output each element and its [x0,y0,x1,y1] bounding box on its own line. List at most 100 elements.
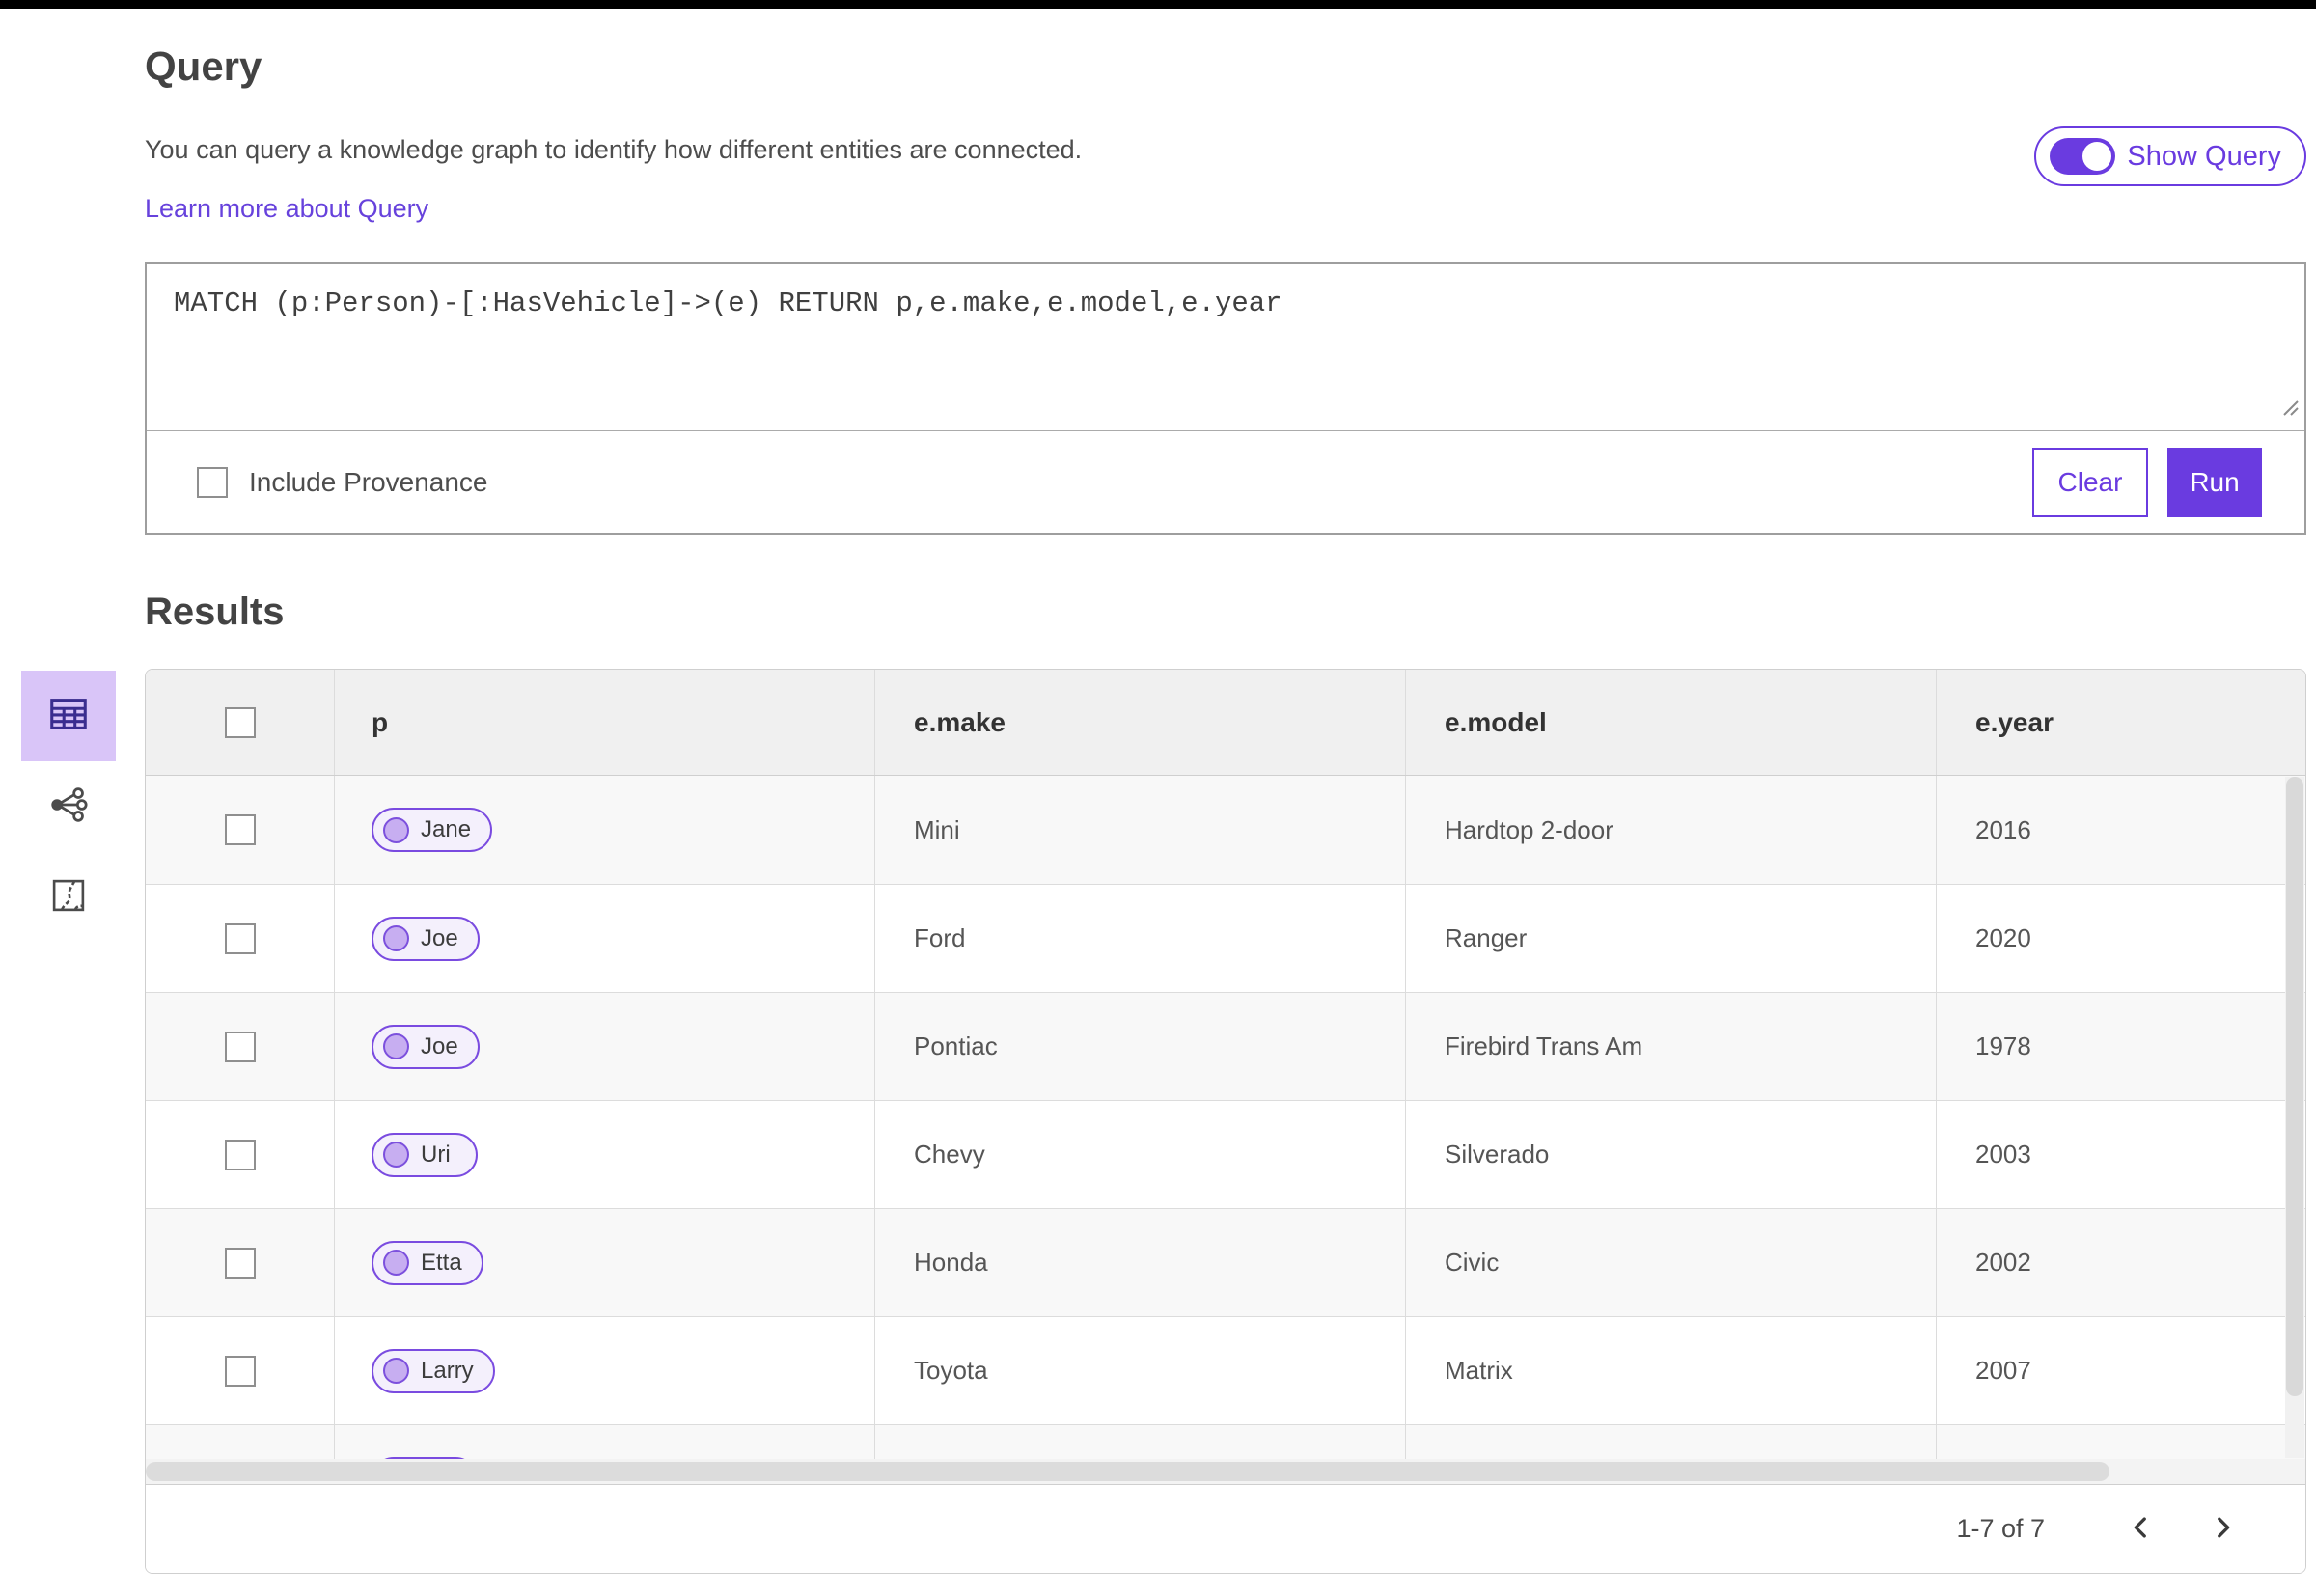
chevron-left-icon [2129,1515,2154,1543]
table-row: Joe Ford Ranger 2020 [146,884,2305,992]
results-section: p e.make e.model e.year Jane Mini Hardto… [21,669,2306,1574]
run-button[interactable]: Run [2167,447,2262,517]
make-value: Toyota [914,1356,988,1385]
year-value: 1978 [1975,1032,2031,1060]
header-cell-p[interactable]: p [334,670,874,775]
model-cell: Silverado [1405,1101,1936,1208]
query-panel-footer: Include Provenance Clear Run [147,430,2304,533]
include-provenance-checkbox[interactable] [197,466,228,498]
year-cell: 2007 [1936,1317,2305,1424]
person-node-icon [383,1142,409,1168]
person-chip[interactable]: Joe [372,1024,480,1069]
year-cell [1936,1425,2305,1459]
person-chip[interactable]: Etta [372,1240,483,1285]
make-cell: Honda [874,1209,1405,1316]
row-checkbox-cell [146,1101,334,1208]
row-checkbox-cell [146,885,334,992]
year-value: 2002 [1975,1248,2031,1277]
model-value: Ranger [1445,923,1528,952]
row-checkbox[interactable] [224,1355,256,1387]
query-page: Query You can query a knowledge graph to… [0,43,2316,1574]
row-checkbox[interactable] [224,1031,256,1062]
link-chart-view-button[interactable] [21,761,116,852]
include-provenance-label: Include Provenance [249,466,488,497]
clear-button[interactable]: Clear [2032,447,2148,517]
make-cell: Mini [874,776,1405,884]
table-row: Etta Honda Civic 2002 [146,1208,2305,1316]
header-row: You can query a knowledge graph to ident… [145,126,2306,186]
make-cell: Toyota [874,1317,1405,1424]
select-all-checkbox[interactable] [224,706,256,738]
table-row: Uri Chevy Silverado 2003 [146,1100,2305,1208]
model-value: Matrix [1445,1356,1513,1385]
model-cell: Civic [1405,1209,1936,1316]
person-name: Larry [421,1357,474,1384]
show-query-toggle[interactable]: Show Query [2034,126,2306,186]
query-input[interactable]: MATCH (p:Person)-[:HasVehicle]->(e) RETU… [147,264,2304,430]
person-cell: Uri [334,1101,874,1208]
map-view-button[interactable] [21,852,116,943]
person-cell: Joe [334,993,874,1100]
person-cell: Larry [334,1317,874,1424]
make-cell [874,1425,1405,1459]
person-node-icon [383,1250,409,1276]
row-checkbox[interactable] [224,922,256,954]
person-name: Joe [421,924,458,951]
row-checkbox[interactable] [224,1247,256,1279]
make-value: Ford [914,923,966,952]
vertical-scrollbar[interactable] [2285,777,2304,1458]
header-checkbox-cell [146,670,334,775]
next-page-button[interactable] [2195,1502,2249,1556]
show-query-label: Show Query [2127,140,2281,172]
toggle-knob [2082,142,2112,171]
person-chip[interactable]: Joe [372,916,480,961]
header-cell-make[interactable]: e.make [874,670,1405,775]
person-cell: Jane [334,776,874,884]
header-cell-year[interactable]: e.year [1936,670,2305,775]
column-label: e.make [914,706,1006,737]
year-value: 2003 [1975,1140,2031,1169]
table-header-row: p e.make e.model e.year [146,670,2305,776]
model-cell: Firebird Trans Am [1405,993,1936,1100]
person-name: Jane [421,816,472,842]
results-title: Results [145,591,285,633]
row-checkbox[interactable] [224,1139,256,1170]
table-view-button[interactable] [21,671,116,761]
person-node-icon [383,1033,409,1059]
pagination-range: 1-7 of 7 [1956,1514,2045,1543]
column-label: e.year [1975,706,2054,737]
horizontal-scrollbar[interactable] [146,1459,2305,1484]
person-cell [334,1425,874,1459]
row-checkbox[interactable] [224,814,256,845]
resize-handle-icon[interactable] [2282,394,2300,426]
model-value: Civic [1445,1248,1500,1277]
year-cell: 1978 [1936,993,2305,1100]
header-cell-model[interactable]: e.model [1405,670,1936,775]
model-value: Hardtop 2-door [1445,814,1613,844]
horizontal-scrollbar-thumb[interactable] [146,1462,2109,1481]
learn-more-link[interactable]: Learn more about Query [145,194,428,224]
person-chip[interactable]: Larry [372,1348,495,1393]
person-chip[interactable]: Jane [372,808,493,852]
year-value: 2020 [1975,923,2031,952]
window-top-border [0,0,2316,9]
map-icon [48,875,89,921]
year-cell: 2020 [1936,885,2305,992]
chevron-right-icon [2210,1515,2235,1543]
year-cell: 2003 [1936,1101,2305,1208]
make-value: Pontiac [914,1032,998,1060]
make-value: Mini [914,814,960,844]
previous-page-button[interactable] [2114,1502,2168,1556]
year-cell: 2002 [1936,1209,2305,1316]
person-chip[interactable]: Uri [372,1132,478,1177]
table-body: Jane Mini Hardtop 2-door 2016 Joe Ford R… [146,776,2305,1459]
make-cell: Pontiac [874,993,1405,1100]
make-value: Honda [914,1248,988,1277]
vertical-scrollbar-thumb[interactable] [2286,777,2303,1396]
model-value: Silverado [1445,1140,1550,1169]
page-description: You can query a knowledge graph to ident… [145,135,1083,164]
row-checkbox-cell [146,993,334,1100]
row-checkbox-cell [146,1209,334,1316]
year-value: 2016 [1975,814,2031,844]
table-row-partial [146,1424,2305,1459]
